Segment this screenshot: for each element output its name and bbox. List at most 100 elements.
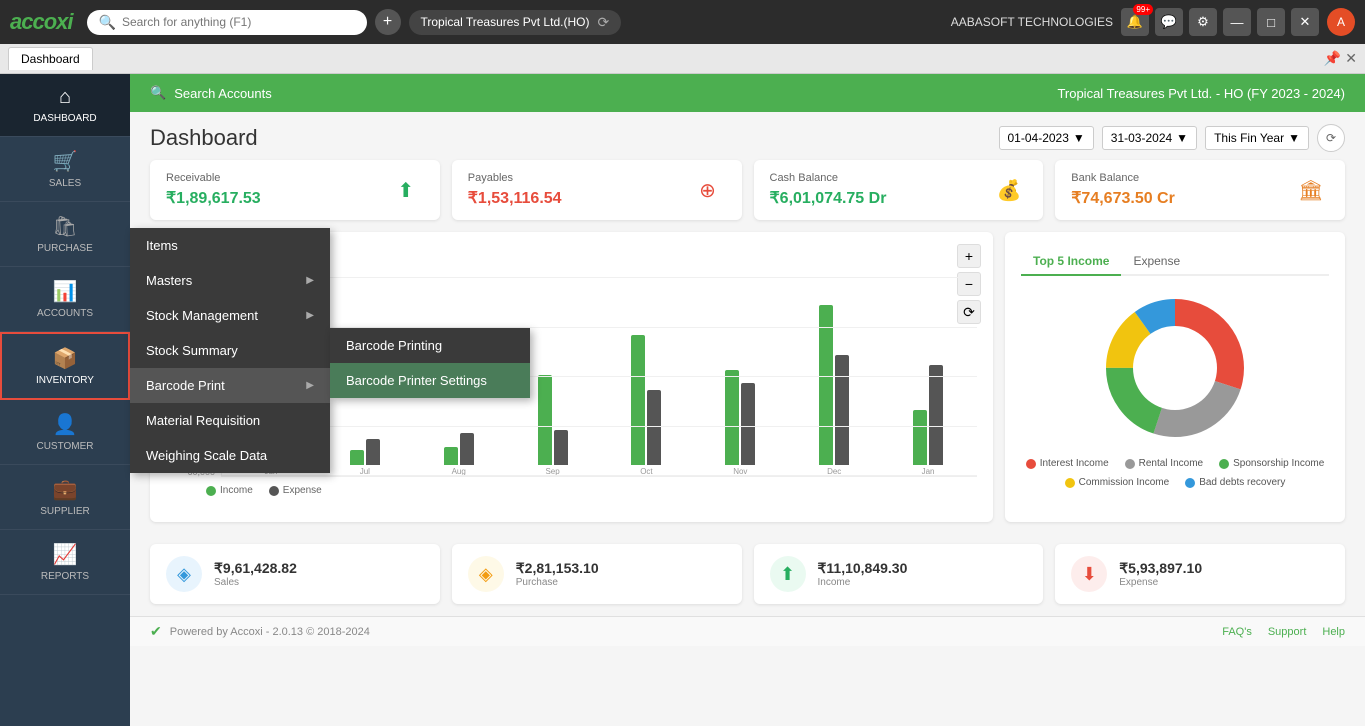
x-label-aug: Aug — [452, 467, 466, 476]
menu-item-stock-management[interactable]: Stock Management ▶ — [130, 298, 330, 333]
period-selector[interactable]: This Fin Year ▼ — [1205, 126, 1309, 150]
period-arrow: ▼ — [1288, 131, 1300, 145]
material-requisition-label: Material Requisition — [146, 413, 260, 428]
barcode-printer-settings-label: Barcode Printer Settings — [346, 373, 487, 388]
month-group-oct: Oct — [602, 277, 692, 476]
sidebar-item-dashboard[interactable]: ⌂ DASHBOARD — [0, 74, 130, 137]
expense-value: ₹5,93,897.10 — [1119, 560, 1202, 577]
bank-balance-card: Bank Balance ₹74,673.50 Cr 🏛 — [1055, 160, 1345, 220]
footer: ✔ Powered by Accoxi - 2.0.13 © 2018-2024… — [130, 616, 1365, 646]
top5-panel: Top 5 Income Expense — [1005, 232, 1345, 522]
sponsorship-dot — [1219, 459, 1229, 469]
search-box[interactable]: 🔍 — [87, 10, 367, 35]
masters-arrow: ▶ — [306, 275, 314, 286]
donut-center — [1133, 326, 1217, 410]
menu-item-items[interactable]: Items — [130, 228, 330, 263]
barcode-print-label: Barcode Print — [146, 378, 225, 393]
bar-jan-expense — [929, 365, 943, 465]
menu-item-weighing-scale[interactable]: Weighing Scale Data — [130, 438, 330, 473]
settings-button[interactable]: ⚙ — [1189, 8, 1217, 36]
tab-bar: Dashboard 📌 ✕ — [0, 44, 1365, 74]
bar-jan-income — [913, 410, 927, 465]
top-bar: accoxi 🔍 + Tropical Treasures Pvt Ltd.(H… — [0, 0, 1365, 44]
sidebar-item-sales[interactable]: 🛒 SALES — [0, 137, 130, 202]
sidebar-item-supplier[interactable]: 💼 SUPPLIER — [0, 465, 130, 530]
top5-tabs: Top 5 Income Expense — [1021, 248, 1329, 276]
dashboard-icon: ⌂ — [59, 86, 71, 109]
search-input[interactable] — [122, 15, 342, 29]
dashboard-tab[interactable]: Dashboard — [8, 47, 93, 70]
customer-icon: 👤 — [53, 412, 78, 437]
chart-add-button[interactable]: + — [957, 244, 981, 268]
commission-dot — [1065, 478, 1075, 488]
menu-item-stock-summary[interactable]: Stock Summary — [130, 333, 330, 368]
sidebar-item-customer[interactable]: 👤 CUSTOMER — [0, 400, 130, 465]
sub-menu-barcode-printing[interactable]: Barcode Printing — [330, 328, 530, 363]
company-selector[interactable]: Tropical Treasures Pvt Ltd.(HO) ⟳ — [409, 10, 622, 35]
masters-label: Masters — [146, 273, 192, 288]
bank-balance-icon: 🏛 — [1293, 172, 1329, 208]
date-to-input[interactable]: 31-03-2024 ▼ — [1102, 126, 1197, 150]
refresh-button[interactable]: ⟳ — [1317, 124, 1345, 152]
bank-balance-value: ₹74,673.50 Cr — [1071, 188, 1175, 208]
add-button[interactable]: + — [375, 9, 401, 35]
sub-menu-barcode-printer-settings[interactable]: Barcode Printer Settings — [330, 363, 530, 398]
sidebar-item-purchase[interactable]: 🛍 PURCHASE — [0, 202, 130, 267]
notification-button[interactable]: 🔔 99+ — [1121, 8, 1149, 36]
supplier-icon: 💼 — [53, 477, 78, 502]
legend-item-rental: Rental Income — [1125, 458, 1203, 469]
top-icons: 🔔 99+ 💬 ⚙ — □ ✕ — [1121, 8, 1319, 36]
footer-text: Powered by Accoxi - 2.0.13 © 2018-2024 — [170, 626, 370, 638]
help-link[interactable]: Help — [1322, 626, 1345, 638]
purchase-stat-card: ◈ ₹2,81,153.10 Purchase — [452, 544, 742, 604]
company-name: Tropical Treasures Pvt Ltd.(HO) — [421, 15, 590, 29]
income-label: Income — [818, 577, 908, 588]
page-title: Dashboard — [150, 125, 258, 151]
tab-close-button[interactable]: ✕ — [1345, 50, 1357, 67]
sidebar-label-customer: CUSTOMER — [36, 441, 93, 452]
search-accounts-button[interactable]: 🔍 Search Accounts — [150, 85, 272, 101]
close-button[interactable]: ✕ — [1291, 8, 1319, 36]
maximize-button[interactable]: □ — [1257, 8, 1285, 36]
sidebar-label-purchase: PURCHASE — [37, 243, 93, 254]
faq-link[interactable]: FAQ's — [1222, 626, 1252, 638]
donut-legend: Interest Income Rental Income Sponsorshi… — [1021, 458, 1329, 488]
purchase-icon-wrap: ◈ — [468, 556, 504, 592]
refresh-company-button[interactable]: ⟳ — [597, 14, 609, 31]
message-button[interactable]: 💬 — [1155, 8, 1183, 36]
avatar-button[interactable]: A — [1327, 8, 1355, 36]
tab-pin-button[interactable]: 📌 — [1324, 50, 1341, 67]
income-stat-card: ⬆ ₹11,10,849.30 Income — [754, 544, 1044, 604]
sidebar-item-reports[interactable]: 📈 REPORTS — [0, 530, 130, 595]
menu-item-material-requisition[interactable]: Material Requisition — [130, 403, 330, 438]
bar-nov-income — [725, 370, 739, 465]
bar-dec-income — [819, 305, 833, 465]
sidebar-label-sales: SALES — [49, 178, 81, 189]
rental-dot — [1125, 459, 1135, 469]
menu-item-masters[interactable]: Masters ▶ — [130, 263, 330, 298]
bar-aug-expense — [460, 433, 474, 465]
x-label-oct: Oct — [640, 467, 652, 476]
sales-label: Sales — [214, 577, 297, 588]
expense-dot — [269, 486, 279, 496]
bar-sep-income — [538, 375, 552, 465]
sidebar-label-supplier: SUPPLIER — [40, 506, 89, 517]
period-value: This Fin Year — [1214, 131, 1284, 145]
top5-tab-income[interactable]: Top 5 Income — [1021, 248, 1121, 276]
legend-expense: Expense — [269, 485, 322, 496]
sponsorship-label: Sponsorship Income — [1233, 458, 1324, 469]
date-from-input[interactable]: 01-04-2023 ▼ — [999, 126, 1094, 150]
company-info: Tropical Treasures Pvt Ltd. - HO (FY 202… — [1057, 86, 1345, 101]
month-group-dec: Dec — [789, 277, 879, 476]
support-link[interactable]: Support — [1268, 626, 1307, 638]
sidebar-item-inventory[interactable]: 📦 INVENTORY — [0, 332, 130, 400]
weighing-scale-label: Weighing Scale Data — [146, 448, 267, 463]
barcode-sub-dropdown: Barcode Printing Barcode Printer Setting… — [330, 328, 530, 398]
top5-tab-expense[interactable]: Expense — [1121, 248, 1192, 276]
payables-icon: ⊕ — [690, 172, 726, 208]
minimize-button[interactable]: — — [1223, 8, 1251, 36]
inventory-icon: 📦 — [53, 346, 78, 371]
sidebar-item-accounts[interactable]: 📊 ACCOUNTS — [0, 267, 130, 332]
bar-dec-expense — [835, 355, 849, 465]
menu-item-barcode-print[interactable]: Barcode Print ▶ — [130, 368, 330, 403]
